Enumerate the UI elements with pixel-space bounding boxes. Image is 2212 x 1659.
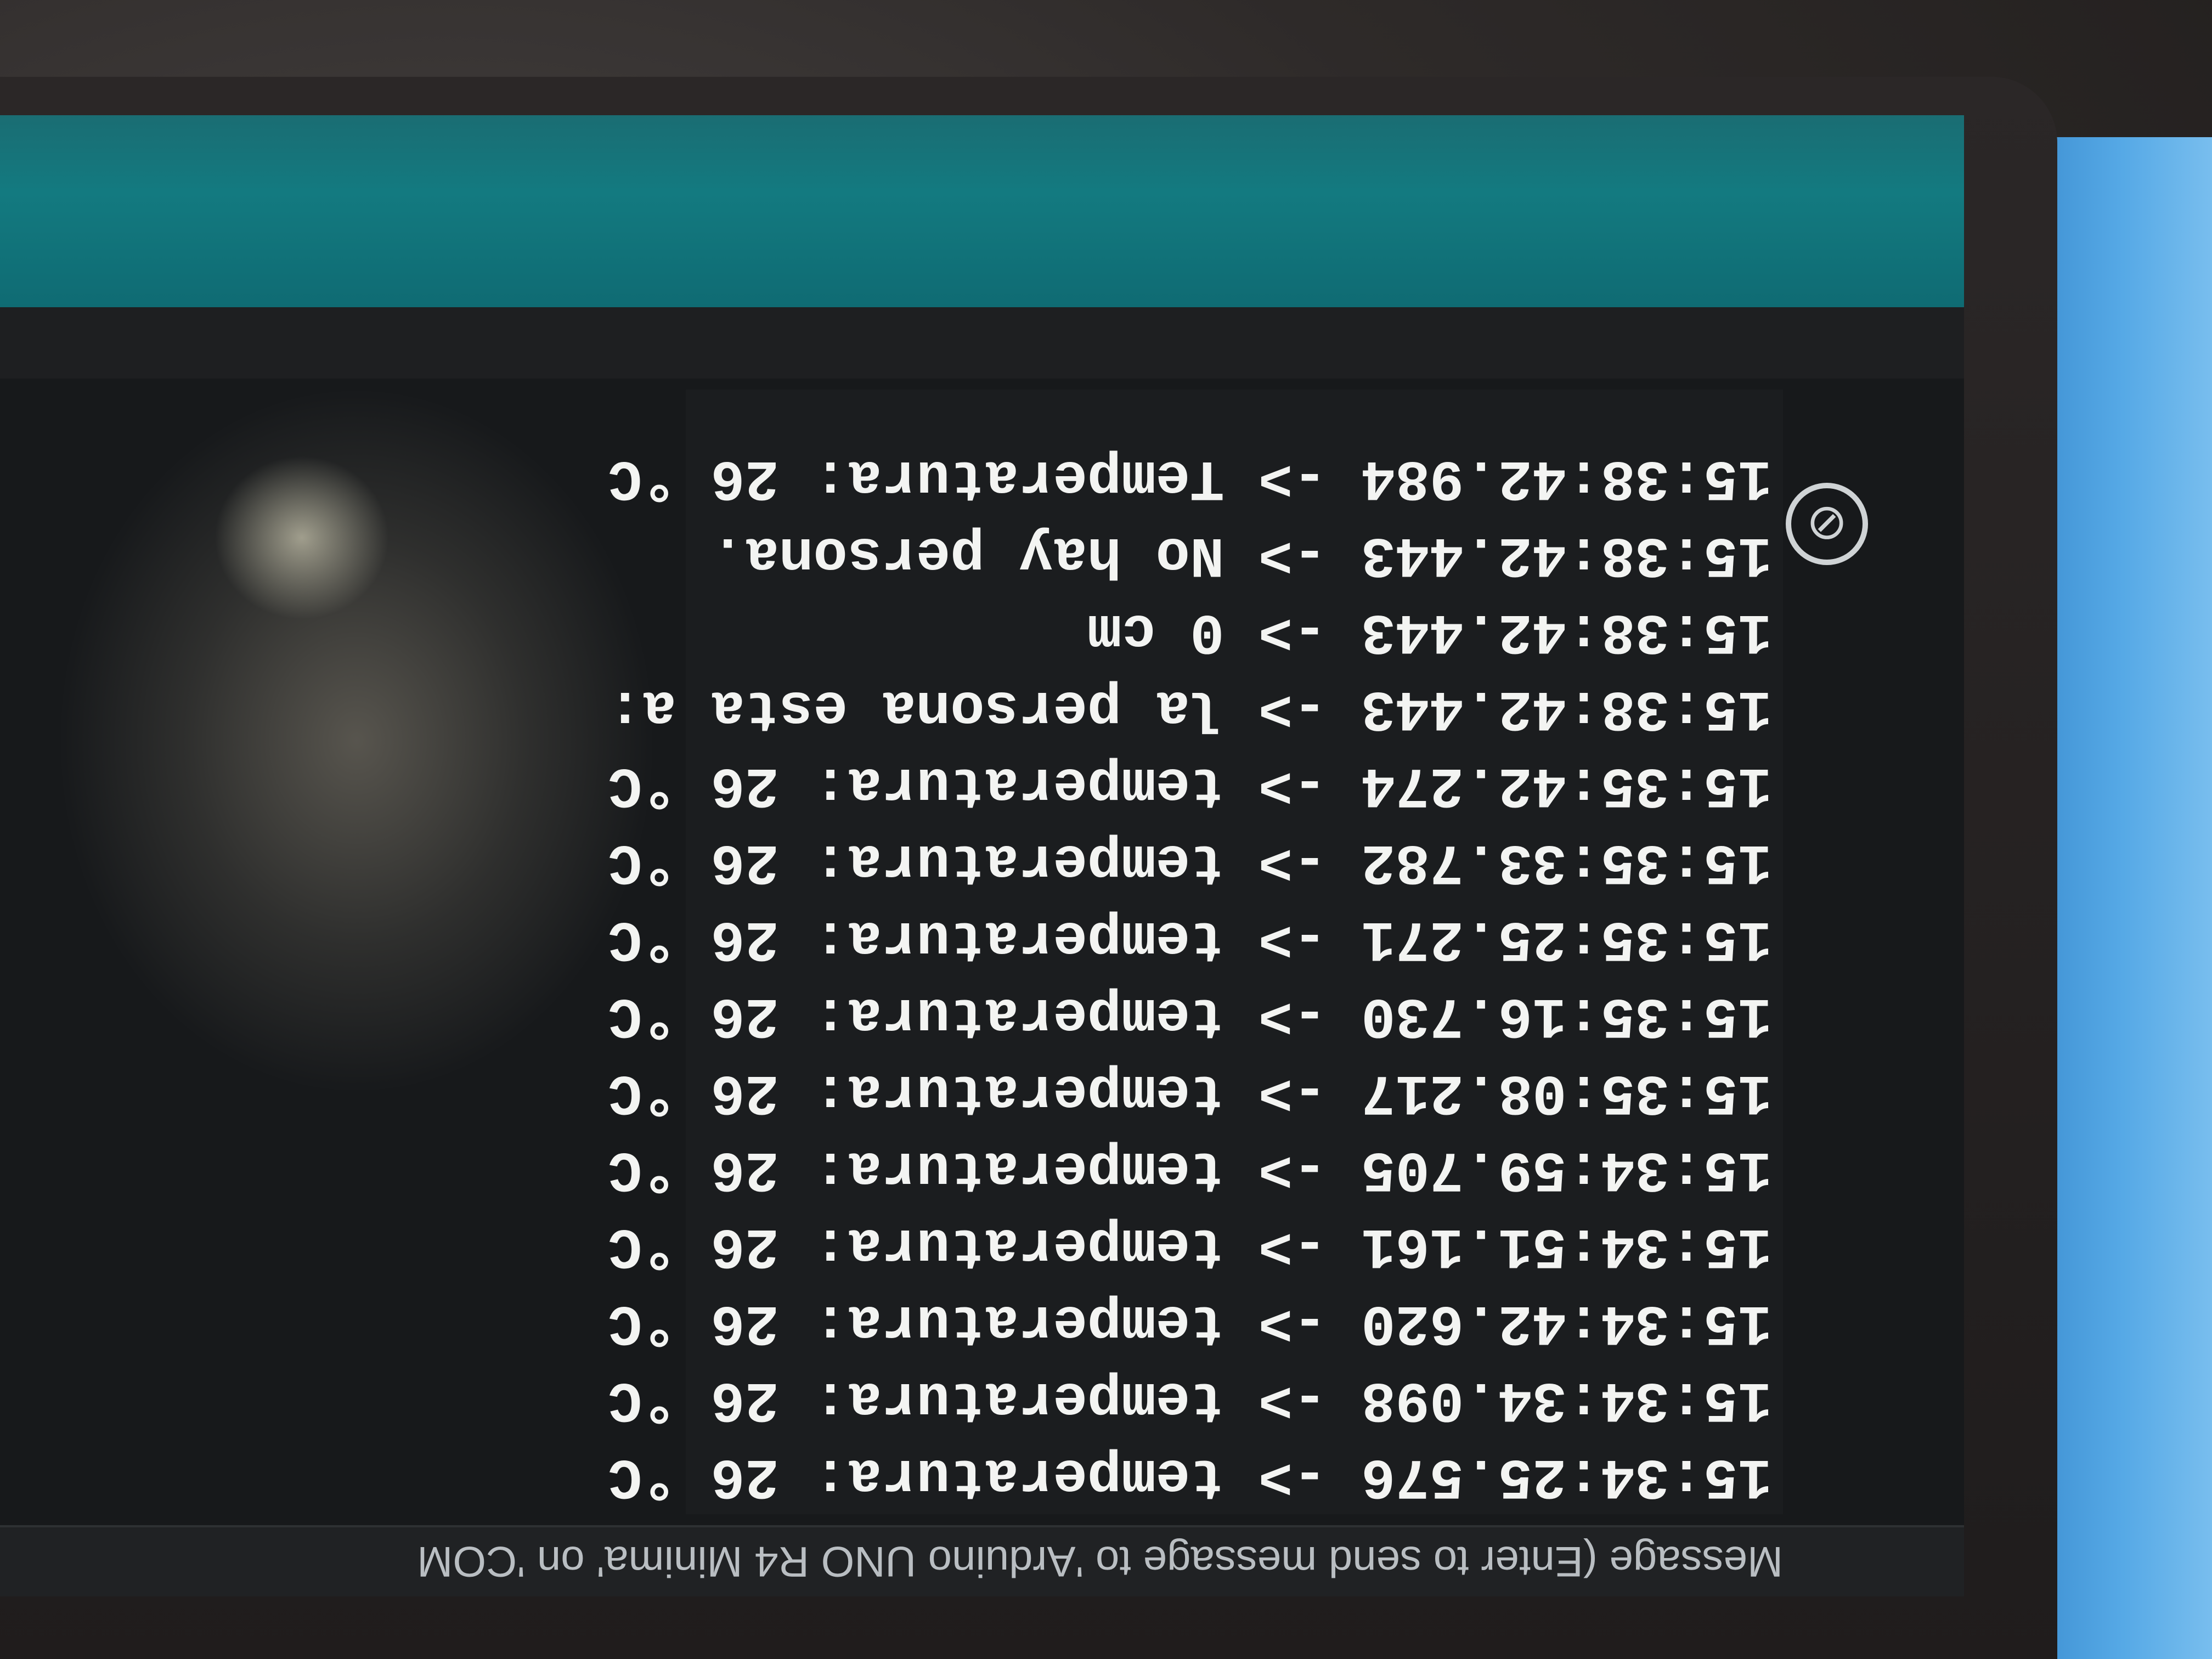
log-line: 15:35:33.782 -> temperatura: 26 °C [608, 829, 1772, 894]
log-line: 15:38:42.443 -> 0 cm [1087, 599, 1772, 663]
log-line: 15:35:25.271 -> temperatura: 26 °C [608, 906, 1772, 970]
serial-monitor-screen: Message (Enter to send message to 'Ardui… [0, 115, 1964, 1596]
log-line: 15:35:08.217 -> temperatura: 26 °C [608, 1059, 1772, 1124]
clear-output-button[interactable]: ⊘ [1786, 483, 1868, 565]
log-line: 15:34:42.620 -> temperatura: 26 °C [608, 1290, 1772, 1355]
photo-stage: Message (Enter to send message to 'Ardui… [0, 0, 2212, 1659]
ide-header-bar [0, 115, 1964, 307]
message-input-placeholder: Message (Enter to send message to 'Ardui… [417, 1538, 1783, 1587]
serial-output-list: 15:34:25.576 -> temperatura: 26 °C 15:34:… [608, 439, 1772, 1514]
log-line: 15:35:42.274 -> temperatura: 26 °C [608, 752, 1772, 817]
log-line: 15:34:59.705 -> temperatura: 26 °C [608, 1136, 1772, 1201]
log-line: 15:34:51.161 -> temperatura: 26 °C [608, 1213, 1772, 1278]
toolbar-strip [0, 307, 1964, 379]
log-line: 15:34:34.098 -> temperatura: 26 °C [608, 1367, 1772, 1431]
log-line: 15:38:42.443 -> la persona esta a: [608, 675, 1772, 740]
message-input[interactable]: Message (Enter to send message to 'Ardui… [0, 1525, 1964, 1596]
log-line: 15:34:25.576 -> temperatura: 26 °C [608, 1443, 1772, 1508]
log-line: 15:38:42.984 -> Temperatura: 26 °C [608, 445, 1772, 510]
log-line: 15:38:42.443 -> No hay persona. [710, 522, 1772, 586]
log-line: 15:35:16.730 -> temperatura: 26 °C [608, 983, 1772, 1047]
clear-icon: ⊘ [1806, 495, 1848, 553]
